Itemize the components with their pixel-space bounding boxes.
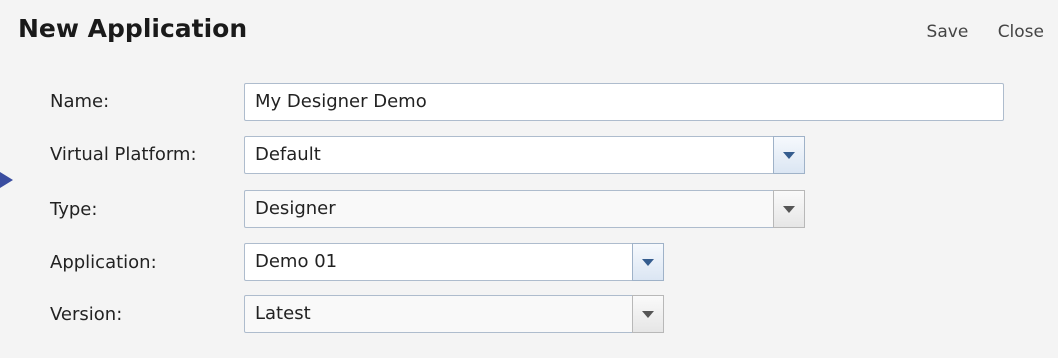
dialog-actions: Save Close <box>903 22 1044 42</box>
dialog-title: New Application <box>18 14 248 43</box>
name-label: Name: <box>50 91 110 112</box>
application-label: Application: <box>50 252 157 273</box>
pointer-arrow-icon <box>0 172 13 188</box>
type-label: Type: <box>50 199 98 220</box>
chevron-down-icon <box>642 258 654 266</box>
type-value: Designer <box>255 198 336 219</box>
virtual-platform-label: Virtual Platform: <box>50 144 197 165</box>
version-label: Version: <box>50 304 123 325</box>
chevron-down-icon <box>642 310 654 318</box>
chevron-down-icon <box>783 151 795 159</box>
type-dropdown-button[interactable] <box>773 190 805 228</box>
version-select[interactable]: Latest <box>244 295 664 333</box>
version-dropdown-button[interactable] <box>632 295 664 333</box>
version-value: Latest <box>255 303 311 324</box>
application-select[interactable]: Demo 01 <box>244 243 664 281</box>
type-select[interactable]: Designer <box>244 190 805 228</box>
save-button[interactable]: Save <box>927 22 969 42</box>
chevron-down-icon <box>783 205 795 213</box>
application-dropdown-button[interactable] <box>632 243 664 281</box>
virtual-platform-value: Default <box>255 144 321 165</box>
name-input[interactable]: My Designer Demo <box>244 83 1004 121</box>
close-button[interactable]: Close <box>998 22 1044 42</box>
virtual-platform-dropdown-button[interactable] <box>773 136 805 174</box>
virtual-platform-select[interactable]: Default <box>244 136 805 174</box>
application-value: Demo 01 <box>255 251 338 272</box>
